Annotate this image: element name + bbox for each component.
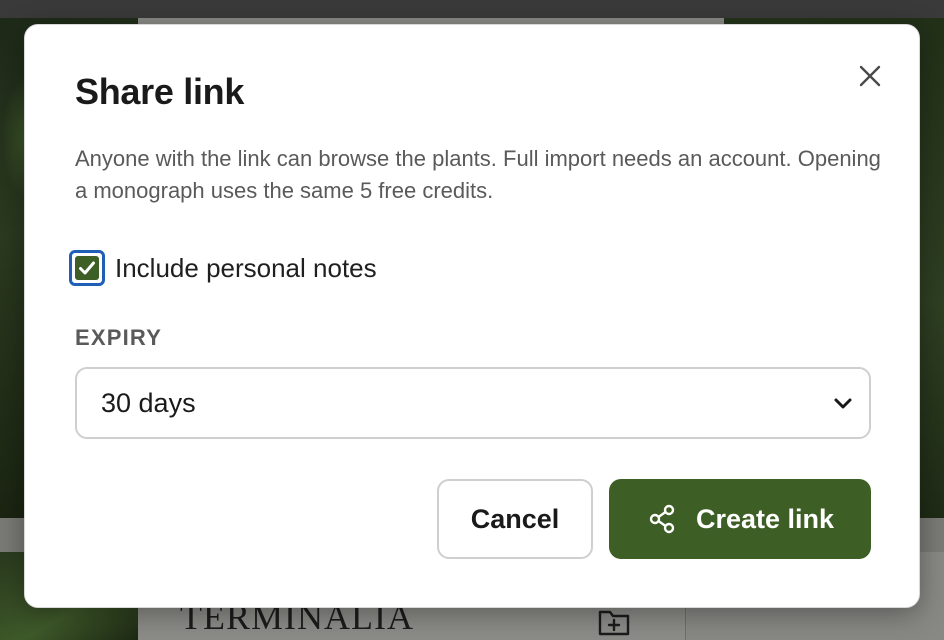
include-notes-label[interactable]: Include personal notes: [115, 253, 377, 284]
close-icon: [859, 65, 881, 87]
close-button[interactable]: [851, 57, 889, 95]
dialog-title: Share link: [75, 71, 245, 112]
include-notes-checkbox[interactable]: [69, 250, 105, 286]
create-link-button-label: Create link: [695, 503, 835, 534]
share-link-dialog: Share link Anyone with the link can brow…: [24, 24, 920, 608]
expiry-label: EXPIRY: [75, 325, 163, 350]
folder-plus-icon: [598, 610, 630, 636]
checkmark-icon: [79, 261, 95, 275]
expiry-select[interactable]: 30 days: [75, 367, 871, 439]
cancel-button[interactable]: Cancel: [437, 479, 593, 559]
background-top-bar: [0, 0, 944, 18]
include-notes-option[interactable]: Include personal notes: [69, 249, 377, 287]
create-link-button[interactable]: Create link: [609, 479, 871, 559]
dialog-description: Anyone with the link can browse the plan…: [75, 146, 881, 203]
share-icon: [649, 504, 675, 534]
expiry-selected-value: 30 days: [101, 387, 196, 418]
checkbox-checked-fill: [75, 256, 99, 280]
cancel-button-label: Cancel: [470, 503, 560, 534]
chevron-down-icon: [834, 398, 852, 409]
